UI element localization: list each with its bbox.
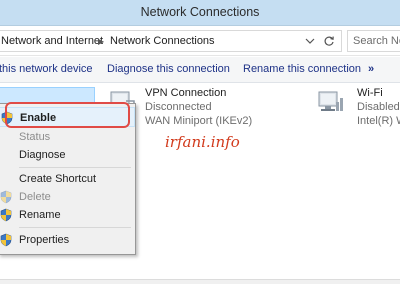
vpn-connection-status: Disconnected [145, 101, 212, 113]
vpn-connection-name[interactable]: VPN Connection [145, 87, 226, 99]
menu-item-create-shortcut[interactable]: Create Shortcut [0, 169, 135, 189]
menu-item-label: Diagnose [19, 149, 66, 161]
menu-item-rename[interactable]: Rename [0, 205, 135, 225]
menu-item-diagnose[interactable]: Diagnose [0, 145, 135, 165]
breadcrumb-network-and-internet[interactable]: Network and Internet [1, 35, 103, 47]
address-box[interactable]: Network and Internet ▶ Network Connectio… [0, 30, 342, 52]
status-edge [0, 279, 400, 284]
menu-item-label: Rename [19, 209, 61, 221]
shield-icon [0, 190, 12, 204]
wifi-adapter-icon[interactable] [316, 89, 344, 117]
shield-icon [0, 208, 12, 222]
diagnose-connection-button[interactable]: Diagnose this connection [107, 63, 230, 75]
disable-network-device-button[interactable]: this network device [0, 63, 93, 75]
more-commands-button[interactable]: » [368, 63, 374, 75]
menu-separator [19, 167, 131, 168]
highlight-annotation [5, 102, 130, 128]
breadcrumb-network-connections[interactable]: Network Connections [110, 35, 215, 47]
menu-item-label: Delete [19, 191, 51, 203]
refresh-icon[interactable] [323, 35, 335, 47]
command-toolbar: this network device Diagnose this connec… [0, 57, 400, 83]
menu-item-label: Properties [19, 234, 70, 246]
window-title: Network Connections [140, 5, 260, 19]
wifi-connection-device: Intel(R) W [357, 115, 400, 127]
wifi-connection-name[interactable]: Wi-Fi [357, 87, 383, 99]
search-placeholder: Search Ne [353, 35, 400, 47]
wifi-connection-status: Disabled [357, 101, 400, 113]
window-titlebar: Network Connections [0, 0, 400, 26]
shield-icon [0, 233, 12, 247]
search-input[interactable]: Search Ne [347, 30, 400, 52]
menu-separator [19, 227, 131, 228]
menu-item-label: Status [19, 131, 51, 143]
breadcrumb-separator-icon[interactable]: ▶ [98, 37, 104, 46]
menu-item-label: Create Shortcut [19, 173, 97, 185]
vpn-connection-device: WAN Miniport (IKEv2) [145, 115, 253, 127]
menu-item-properties[interactable]: Properties [0, 230, 135, 250]
watermark-text: irfani.info [165, 133, 240, 151]
chevron-down-icon[interactable] [305, 36, 315, 46]
address-bar: Network and Internet ▶ Network Connectio… [0, 26, 400, 56]
menu-item-delete[interactable]: Delete [0, 187, 135, 207]
rename-connection-button[interactable]: Rename this connection [243, 63, 361, 75]
menu-item-status[interactable]: Status [0, 127, 135, 147]
